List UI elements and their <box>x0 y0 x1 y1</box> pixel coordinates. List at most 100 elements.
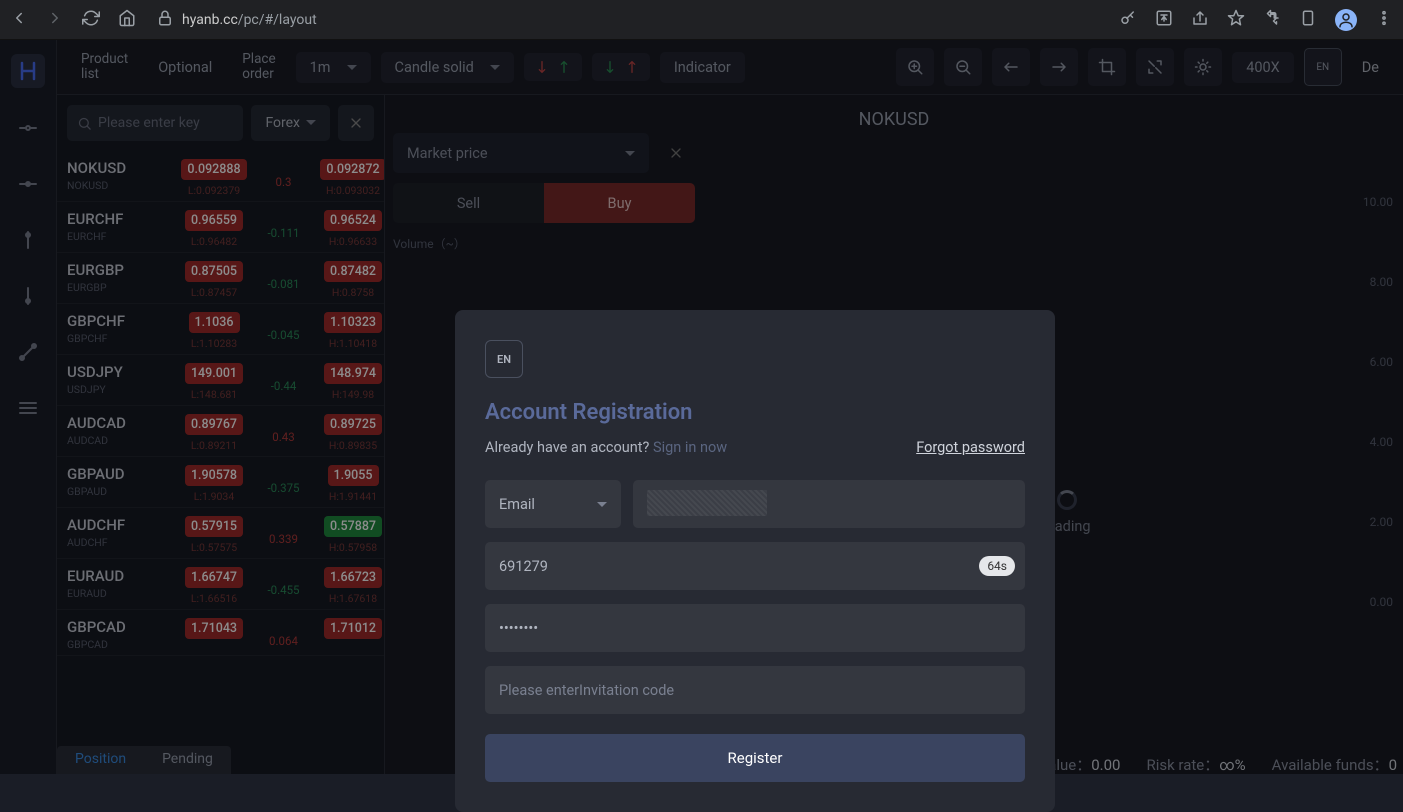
sign-in-link[interactable]: Sign in now <box>653 439 727 456</box>
scroll-left-icon[interactable] <box>992 48 1030 86</box>
y-tick: 8.00 <box>1363 275 1393 289</box>
category-select[interactable]: Forex <box>251 105 330 141</box>
back-icon[interactable] <box>10 9 28 31</box>
volume-label: Volume（~） <box>393 235 695 252</box>
tool-vline-icon[interactable] <box>16 228 40 256</box>
tab-position[interactable]: Position <box>57 746 144 774</box>
device-icon[interactable] <box>1299 9 1317 31</box>
symbol: NOKUSD <box>67 159 172 177</box>
topbar: Product list Optional Place order 1m Can… <box>57 40 1403 95</box>
bid-price: 1.1036 <box>189 312 240 333</box>
symbol-sub: GBPAUD <box>67 485 172 498</box>
translate-icon[interactable] <box>1155 9 1173 31</box>
deposit-button[interactable]: De <box>1352 53 1389 82</box>
reload-icon[interactable] <box>82 9 100 31</box>
tool-menu-icon[interactable] <box>16 396 40 424</box>
extensions-icon[interactable] <box>1263 9 1281 31</box>
tab-pending[interactable]: Pending <box>144 746 231 774</box>
password-field[interactable]: •••••••• <box>485 604 1025 652</box>
product-row[interactable]: AUDCADAUDCAD0.89767L:0.892110.430.89725H… <box>57 406 384 457</box>
registration-modal: EN Account Registration Already have an … <box>455 310 1055 812</box>
bid-price: 0.092888 <box>181 159 246 180</box>
profile-avatar[interactable] <box>1335 9 1357 31</box>
ask-price: 1.66723 <box>324 567 382 588</box>
code-field[interactable]: 691279 64s <box>485 542 1025 590</box>
bookmark-icon[interactable] <box>1227 9 1245 31</box>
tool-hline-icon[interactable] <box>16 284 40 312</box>
product-row[interactable]: AUDCHFAUDCHF0.57915L:0.575750.3390.57887… <box>57 508 384 559</box>
share-icon[interactable] <box>1191 9 1209 31</box>
chart-symbol: NOKUSD <box>859 109 930 130</box>
change: 0.43 <box>256 414 311 444</box>
chart-y-axis: 10.008.006.004.002.000.00 <box>1363 195 1393 609</box>
zoom-in-icon[interactable] <box>896 48 934 86</box>
buy-button[interactable]: Buy <box>544 183 695 223</box>
high: H:1.91441 <box>329 490 377 503</box>
search-input[interactable]: Please enter key <box>67 105 243 141</box>
app-logo[interactable] <box>11 54 45 88</box>
zoom-level[interactable]: 400X <box>1232 52 1294 83</box>
high: H:0.8758 <box>332 286 374 299</box>
change: -0.081 <box>256 261 311 291</box>
url-host: hyanb.cc <box>182 12 238 28</box>
language-icon[interactable]: EN <box>1304 48 1342 86</box>
product-row[interactable]: GBPAUDGBPAUD1.90578L:1.9034-0.3751.9055H… <box>57 457 384 508</box>
fullscreen-icon[interactable] <box>1136 48 1174 86</box>
product-row[interactable]: GBPCHFGBPCHF1.1036L:1.10283-0.0451.10323… <box>57 304 384 355</box>
close-ticket-icon[interactable] <box>657 134 695 172</box>
indicator-button[interactable]: Indicator <box>660 52 745 83</box>
url-path: /pc/#/layout <box>238 12 317 28</box>
symbol: USDJPY <box>67 363 172 381</box>
crop-icon[interactable] <box>1088 48 1126 86</box>
symbol-sub: EURCHF <box>67 230 172 243</box>
low: L:1.66516 <box>191 592 237 605</box>
order-ticket: Market price Sell Buy Volume（~） <box>393 133 695 252</box>
timeframe-select[interactable]: 1m <box>296 52 371 83</box>
theme-icon[interactable] <box>1184 48 1222 86</box>
symbol-sub: USDJPY <box>67 383 172 396</box>
invitation-code-field[interactable]: Please enterInvitation code <box>485 666 1025 714</box>
product-row[interactable]: EURCHFEURCHF0.96559L:0.96482-0.1110.9652… <box>57 202 384 253</box>
high: H:1.10418 <box>329 337 377 350</box>
tool-line-icon[interactable] <box>16 340 40 368</box>
tool-trend-icon[interactable] <box>16 172 40 200</box>
close-panel-icon[interactable] <box>338 105 374 141</box>
zoom-out-icon[interactable] <box>944 48 982 86</box>
scroll-right-icon[interactable] <box>1040 48 1078 86</box>
ask-price: 148.974 <box>324 363 382 384</box>
url-bar[interactable]: hyanb.cc/pc/#/layout <box>156 9 317 31</box>
low: L:0.89211 <box>191 439 237 452</box>
contact-type-select[interactable]: Email <box>485 480 621 528</box>
ask-price: 1.71012 <box>324 618 382 639</box>
key-icon[interactable] <box>1119 9 1137 31</box>
high: H:0.89835 <box>329 439 377 452</box>
low: L:0.57575 <box>191 541 237 554</box>
product-row[interactable]: GBPCADGBPCAD1.710430.0641.71012 <box>57 610 384 656</box>
low: L:0.96482 <box>191 235 237 248</box>
low: L:0.87457 <box>191 286 237 299</box>
product-row[interactable]: NOKUSDNOKUSD0.092888L:0.0923790.30.09287… <box>57 151 384 202</box>
place-order-button[interactable]: Place order <box>232 46 285 88</box>
home-icon[interactable] <box>118 9 136 31</box>
low: L:1.9034 <box>194 490 234 503</box>
bottom-tabs: Position Pending <box>57 746 231 774</box>
sell-button[interactable]: Sell <box>393 183 544 223</box>
y-tick: 10.00 <box>1363 195 1393 209</box>
email-field[interactable] <box>633 480 1025 528</box>
bid-price: 1.66747 <box>185 567 243 588</box>
menu-icon[interactable] <box>1375 9 1393 31</box>
product-row[interactable]: EURGBPEURGBP0.87505L:0.87457-0.0810.8748… <box>57 253 384 304</box>
product-list-button[interactable]: Product list <box>71 46 138 88</box>
register-button[interactable]: Register <box>485 734 1025 782</box>
forgot-password-link[interactable]: Forgot password <box>916 439 1025 456</box>
optional-button[interactable]: Optional <box>148 53 222 82</box>
bid-price: 149.001 <box>185 363 243 384</box>
chart-type-select[interactable]: Candle solid <box>381 52 514 83</box>
countdown-badge: 64s <box>979 556 1015 576</box>
bid-price: 0.57915 <box>185 516 243 537</box>
product-row[interactable]: USDJPYUSDJPY149.001L:148.681-0.44148.974… <box>57 355 384 406</box>
product-row[interactable]: EURAUDEURAUD1.66747L:1.66516-0.4551.6672… <box>57 559 384 610</box>
language-badge[interactable]: EN <box>485 340 523 378</box>
price-type-select[interactable]: Market price <box>393 133 649 173</box>
tool-crosshair-icon[interactable] <box>16 116 40 144</box>
